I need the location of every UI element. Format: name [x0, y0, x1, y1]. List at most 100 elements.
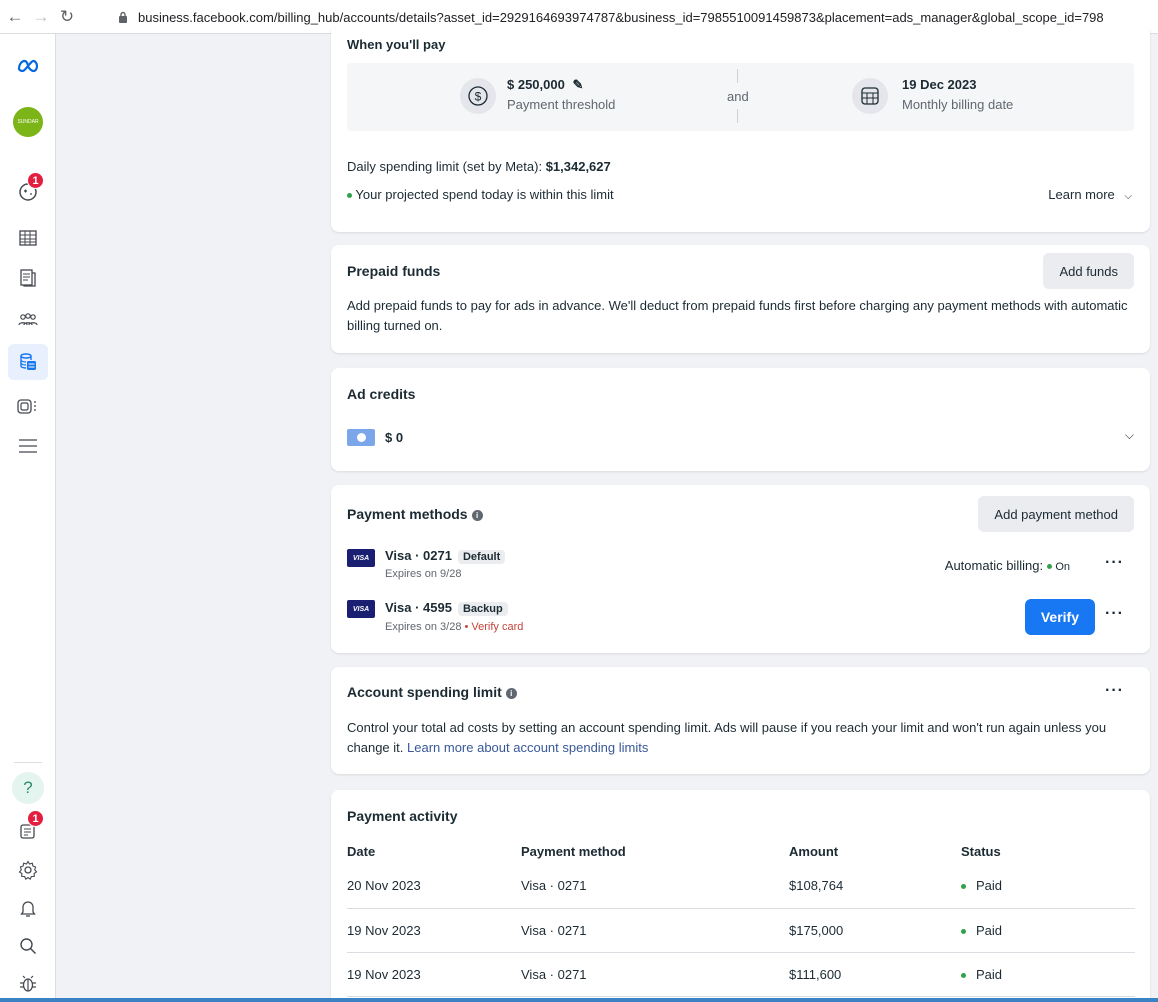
payment-threshold-value: $ 250,000 ✎ — [507, 77, 584, 92]
card-expiry: Expires on 9/28 — [385, 568, 462, 580]
info-icon[interactable]: i — [471, 509, 483, 521]
payment-activity-title: Payment activity — [347, 808, 458, 824]
row-amount: $175,000 — [789, 908, 961, 953]
verify-card-warning[interactable]: • Verify card — [461, 621, 523, 633]
status-dot-icon — [961, 884, 966, 890]
row-status: Paid — [961, 908, 1135, 953]
payment-method-name: Visa · 4595 Backup — [385, 600, 508, 616]
spending-limits-link[interactable]: Learn more about account spending limits — [407, 740, 648, 755]
table-row[interactable]: 19 Nov 2023 Visa · 0271 $175,000 Paid — [347, 908, 1135, 953]
table-row[interactable]: 20 Nov 2023 Visa · 0271 $108,764 Paid — [347, 864, 1135, 909]
add-funds-button[interactable]: Add funds — [1043, 253, 1134, 289]
bug-report-icon[interactable] — [8, 966, 48, 1002]
menu-icon[interactable] — [8, 428, 48, 464]
row-date: 19 Nov 2023 — [347, 908, 521, 953]
prepaid-funds-description: Add prepaid funds to pay for ads in adva… — [347, 298, 1128, 333]
ad-credits-title: Ad credits — [347, 386, 416, 402]
row-payment-method: Visa · 0271 — [521, 908, 789, 953]
forward-arrow-icon[interactable]: → — [30, 6, 52, 28]
credit-coupon-icon — [347, 429, 375, 446]
payment-threshold-label: Payment threshold — [507, 97, 616, 112]
taskbar-edge — [0, 998, 1158, 1002]
when-you-pay-card: When you'll pay $ $ 250,000 ✎ Payment th… — [331, 28, 1150, 232]
payment-methods-card: Payment methods i Add payment method VISA… — [331, 485, 1150, 653]
column-header-status[interactable]: Status — [961, 838, 1135, 864]
status-dot-icon — [1046, 564, 1052, 570]
projected-spend-status: Your projected spend today is within thi… — [347, 185, 614, 205]
row-payment-method: Visa · 0271 — [521, 864, 789, 909]
prepaid-funds-title: Prepaid funds — [347, 263, 441, 279]
prepaid-funds-card: Prepaid funds Add funds Add prepaid fund… — [331, 245, 1150, 353]
chevron-down-icon[interactable]: ⌵ — [1125, 428, 1134, 443]
automatic-billing-status: Automatic billing: On — [944, 558, 1070, 573]
payment-activity-card: Payment activity Date Payment method Amo… — [331, 790, 1150, 998]
column-header-payment-method[interactable]: Payment method — [521, 838, 789, 864]
table-icon[interactable] — [8, 220, 48, 256]
backup-badge: Backup — [457, 602, 508, 616]
info-icon[interactable]: i — [505, 687, 517, 699]
column-header-amount[interactable]: Amount — [789, 838, 961, 864]
chevron-down-icon: ⌵ — [1124, 191, 1132, 202]
card-expiry: Expires on 3/28 • Verify card — [385, 621, 524, 633]
row-amount: $111,600 — [789, 952, 961, 997]
visa-card-icon: VISA — [347, 549, 375, 567]
more-options-icon[interactable]: ··· — [1105, 605, 1124, 623]
status-dot-icon — [961, 972, 966, 978]
help-icon: ? — [12, 772, 44, 804]
inbox-badge: 1 — [27, 810, 44, 827]
visa-card-icon: VISA — [347, 600, 375, 618]
and-label: and — [727, 89, 749, 104]
pages-icon[interactable] — [8, 260, 48, 296]
audiences-icon[interactable] — [8, 302, 48, 338]
back-arrow-icon[interactable]: ← — [4, 6, 26, 28]
calendar-icon — [852, 78, 888, 114]
more-options-icon[interactable]: ··· — [1105, 682, 1124, 700]
ad-credits-card: Ad credits $ 0 ⌵ — [331, 368, 1150, 471]
billing-date-value: 19 Dec 2023 — [902, 77, 977, 92]
payment-method-name: Visa · 0271 Default — [385, 548, 506, 564]
status-dot-icon — [347, 193, 352, 199]
ad-credits-amount: $ 0 — [385, 430, 404, 445]
billing-date-label: Monthly billing date — [902, 97, 1014, 112]
row-date: 19 Nov 2023 — [347, 952, 521, 997]
reload-icon[interactable]: ↻ — [56, 6, 78, 28]
table-row[interactable]: 19 Nov 2023 Visa · 0271 $111,600 Paid — [347, 952, 1135, 997]
verify-button[interactable]: Verify — [1024, 599, 1095, 635]
catalog-icon[interactable] — [8, 388, 48, 424]
inbox-icon[interactable]: 1 — [8, 810, 48, 848]
payment-schedule-panel: $ $ 250,000 ✎ Payment threshold and 19 D… — [347, 63, 1134, 131]
settings-gear-icon[interactable] — [8, 852, 48, 888]
meta-logo-icon[interactable] — [8, 48, 48, 84]
more-options-icon[interactable]: ··· — [1105, 554, 1124, 572]
status-dot-icon — [961, 928, 966, 934]
lock-icon — [116, 10, 130, 24]
bell-icon[interactable] — [8, 890, 48, 926]
row-date: 20 Nov 2023 — [347, 864, 521, 909]
notifications-icon[interactable]: 1 — [8, 172, 48, 210]
divider — [737, 69, 738, 83]
row-status: Paid — [961, 952, 1135, 997]
edit-pencil-icon[interactable]: ✎ — [572, 77, 583, 92]
add-payment-method-button[interactable]: Add payment method — [978, 496, 1134, 532]
search-icon[interactable] — [8, 928, 48, 964]
account-spending-limit-description: Control your total ad costs by setting a… — [347, 720, 1107, 755]
daily-spending-limit: Daily spending limit (set by Meta): $1,3… — [347, 159, 611, 174]
payment-methods-title: Payment methods i — [347, 506, 483, 522]
rail-divider — [14, 762, 42, 763]
row-status: Paid — [961, 864, 1135, 909]
account-avatar[interactable]: SUNDAR — [8, 104, 48, 140]
payment-activity-table: Date Payment method Amount Status 20 Nov… — [347, 838, 1135, 997]
learn-more-toggle[interactable]: Learn more ⌵ — [1048, 185, 1132, 207]
help-button[interactable]: ? — [8, 770, 48, 806]
when-you-pay-title: When you'll pay — [347, 37, 446, 52]
address-bar[interactable]: business.facebook.com/billing_hub/accoun… — [116, 5, 1158, 29]
default-badge: Default — [457, 550, 506, 564]
dollar-icon: $ — [460, 78, 496, 114]
divider — [737, 109, 738, 123]
billing-icon[interactable] — [8, 344, 48, 380]
notification-badge: 1 — [27, 172, 44, 189]
column-header-date[interactable]: Date — [347, 838, 521, 864]
url-text: business.facebook.com/billing_hub/accoun… — [138, 9, 1104, 25]
account-spending-limit-card: Account spending limit i ··· Control your… — [331, 667, 1150, 774]
table-header-row: Date Payment method Amount Status — [347, 838, 1135, 864]
